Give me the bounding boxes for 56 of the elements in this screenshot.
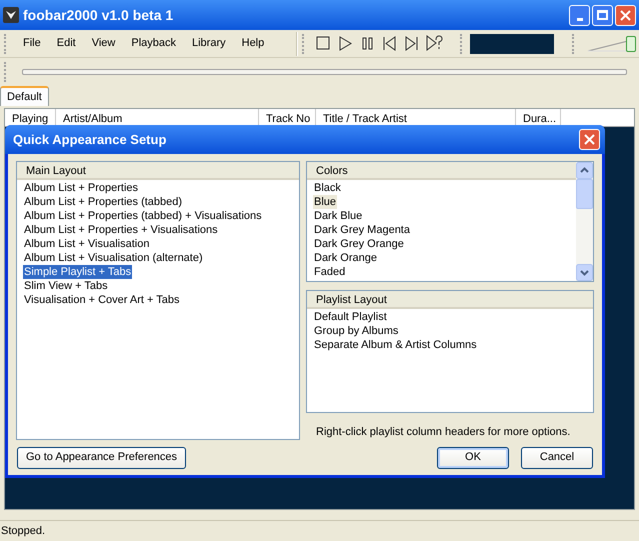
cancel-button[interactable]: Cancel xyxy=(521,446,593,468)
list-item[interactable]: Separate Album & Artist Columns xyxy=(313,338,478,352)
scroll-down-icon[interactable] xyxy=(576,264,593,281)
pause-icon[interactable] xyxy=(360,36,375,51)
close-button[interactable] xyxy=(615,4,636,26)
random-icon[interactable] xyxy=(426,35,443,52)
volume-thumb[interactable] xyxy=(626,36,636,52)
list-item[interactable]: Album List + Visualisation (alternate) xyxy=(23,251,204,265)
scroll-up-icon[interactable] xyxy=(576,162,593,179)
list-item[interactable]: Dark Blue xyxy=(313,209,364,223)
list-item[interactable]: Dark Grey Magenta xyxy=(313,223,411,237)
close-icon xyxy=(620,10,631,20)
list-item[interactable]: Album List + Properties (tabbed) xyxy=(23,195,184,209)
stop-icon[interactable] xyxy=(316,36,331,51)
list-item[interactable]: Album List + Properties (tabbed) + Visualisations xyxy=(23,209,263,223)
ok-button[interactable]: OK xyxy=(437,446,509,468)
list-item[interactable]: Simple Playlist + Tabs xyxy=(23,265,132,279)
list-item[interactable]: Album List + Visualisation xyxy=(23,237,150,251)
play-icon[interactable] xyxy=(338,36,353,51)
list-item[interactable]: Faded xyxy=(313,265,346,279)
menu-item[interactable]: Playback xyxy=(126,35,181,52)
column-header[interactable]: Colors xyxy=(307,162,576,180)
next-icon[interactable] xyxy=(404,36,419,51)
seek-bar[interactable] xyxy=(22,69,627,75)
scrollbar[interactable] xyxy=(576,162,593,281)
close-button[interactable] xyxy=(579,129,600,150)
menu-item[interactable]: View xyxy=(86,35,120,52)
menu-item[interactable]: File xyxy=(18,35,46,52)
list-item[interactable]: Dark Grey Orange xyxy=(313,237,405,251)
close-icon xyxy=(584,134,595,145)
column-header[interactable]: Playlist Layout xyxy=(307,291,593,309)
tab[interactable]: Default xyxy=(0,86,49,106)
list-item[interactable]: Album List + Properties + Visualisations xyxy=(23,223,219,237)
menu-item[interactable]: Help xyxy=(236,35,270,52)
volume-slider[interactable] xyxy=(586,34,636,54)
window-title: foobar2000 v1.0 beta 1 xyxy=(23,6,174,24)
list-item[interactable]: Group by Albums xyxy=(313,324,400,338)
list-item[interactable]: Dark Orange xyxy=(313,251,378,265)
minimize-button[interactable] xyxy=(569,4,590,26)
menu-item[interactable]: Library xyxy=(187,35,231,52)
scroll-thumb[interactable] xyxy=(576,179,593,209)
app-icon xyxy=(3,7,19,23)
status-text: Stopped. xyxy=(0,524,46,539)
dialog-title: Quick Appearance Setup xyxy=(13,130,168,149)
list-item[interactable]: Black xyxy=(313,181,342,195)
preferences-button[interactable]: Go to Appearance Preferences xyxy=(17,446,186,468)
column-header[interactable]: Main Layout xyxy=(17,162,299,180)
list-item[interactable]: Blue xyxy=(313,195,338,209)
menu-item[interactable]: Edit xyxy=(52,35,81,52)
hint-text: Right-click playlist column headers for more options. xyxy=(315,425,572,440)
list-item[interactable]: Default Playlist xyxy=(313,310,388,324)
list-item[interactable]: Visualisation + Cover Art + Tabs xyxy=(23,293,181,307)
list-item[interactable]: Slim View + Tabs xyxy=(23,279,109,293)
list-item[interactable]: Album List + Properties xyxy=(23,181,140,195)
previous-icon[interactable] xyxy=(382,36,397,51)
maximize-button[interactable] xyxy=(592,4,613,26)
